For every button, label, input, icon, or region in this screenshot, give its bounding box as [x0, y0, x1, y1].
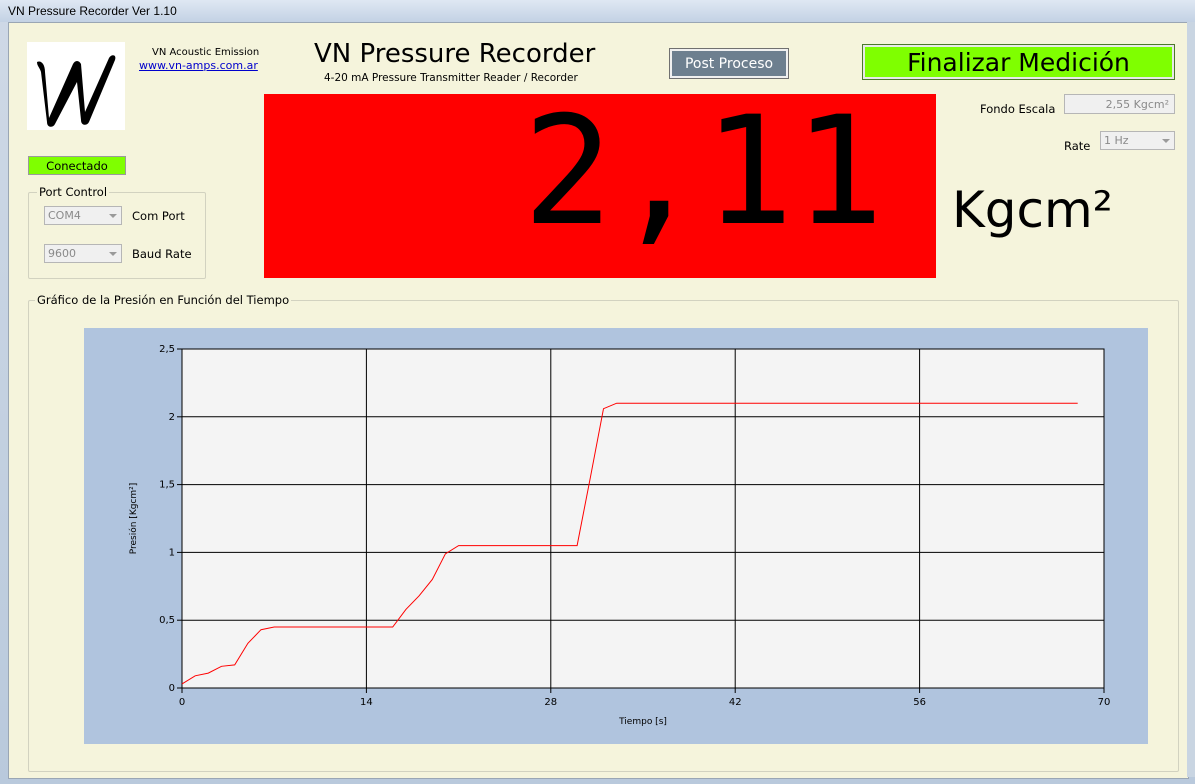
- y-tick-label: 2,5: [159, 344, 175, 355]
- baud-rate-value: 9600: [48, 247, 76, 260]
- com-port-value: COM4: [48, 209, 81, 222]
- port-control-legend: Port Control: [37, 185, 110, 199]
- chevron-down-icon: [1162, 139, 1170, 143]
- y-tick-label: 1,5: [159, 480, 175, 491]
- y-tick-label: 0: [169, 683, 175, 694]
- window-edge: [1187, 22, 1195, 777]
- pressure-chart-group: Gráfico de la Presión en Función del Tie…: [28, 293, 1179, 772]
- finish-measurement-label: Finalizar Medición: [865, 47, 1172, 77]
- y-tick-label: 0,5: [159, 615, 175, 626]
- baud-rate-select[interactable]: 9600: [44, 244, 122, 263]
- pressure-unit: Kgcm²: [952, 181, 1113, 239]
- post-process-button[interactable]: Post Proceso: [669, 48, 789, 79]
- vn-logo: [27, 42, 125, 130]
- com-port-select[interactable]: COM4: [44, 206, 122, 225]
- y-axis-label: Presión [Kgcm²]: [128, 483, 139, 555]
- app-title: VN Pressure Recorder: [314, 39, 596, 69]
- port-control-group: Port Control COM4 Com Port 9600 Baud Rat…: [28, 185, 206, 279]
- full-scale-label: Fondo Escala: [980, 102, 1056, 116]
- chart-svg: 0 14 28 42 56 70 0 0,5 1 1,5 2 2,5 Tiempo [s] Presión…: [128, 344, 1111, 727]
- pressure-chart: 0 14 28 42 56 70 0 0,5 1 1,5 2 2,5 Tiempo [s] Presión…: [84, 328, 1148, 744]
- x-tick-label: 0: [179, 697, 185, 708]
- finish-measurement-button[interactable]: Finalizar Medición: [862, 44, 1175, 80]
- x-tick-label: 42: [729, 697, 742, 708]
- rate-label: Rate: [1064, 139, 1091, 153]
- post-process-label: Post Proceso: [672, 51, 786, 76]
- pressure-value: 2,11: [522, 85, 884, 259]
- y-tick-label: 2: [169, 412, 175, 423]
- x-tick-label: 70: [1098, 697, 1111, 708]
- x-axis-label: Tiempo [s]: [618, 717, 667, 727]
- x-tick-label: 56: [913, 697, 926, 708]
- window-title: VN Pressure Recorder Ver 1.10: [8, 4, 177, 18]
- connection-status-badge: Conectado: [28, 156, 126, 175]
- chart-group-legend: Gráfico de la Presión en Función del Tie…: [35, 293, 292, 307]
- company-name: VN Acoustic Emission: [152, 47, 260, 58]
- com-port-label: Com Port: [132, 209, 185, 223]
- chevron-down-icon: [109, 214, 117, 218]
- chevron-down-icon: [109, 252, 117, 256]
- app-subtitle: 4-20 mA Pressure Transmitter Reader / Re…: [324, 72, 578, 84]
- x-tick-label: 14: [360, 697, 373, 708]
- y-tick-label: 1: [169, 547, 175, 558]
- full-scale-field[interactable]: 2,55 Kgcm²: [1064, 94, 1175, 114]
- title-bar[interactable]: VN Pressure Recorder Ver 1.10: [0, 0, 1195, 22]
- main-panel: VN Acoustic Emission www.vn-amps.com.ar …: [8, 22, 1189, 779]
- plot-area: [181, 348, 1105, 689]
- baud-rate-label: Baud Rate: [132, 247, 192, 261]
- rate-select[interactable]: 1 Hz: [1100, 131, 1175, 150]
- app-window: VN Pressure Recorder Ver 1.10 VN Acousti…: [0, 0, 1195, 784]
- x-tick-label: 28: [544, 697, 557, 708]
- website-link[interactable]: www.vn-amps.com.ar: [139, 59, 258, 72]
- pressure-display: 2,11: [264, 94, 936, 278]
- rate-value: 1 Hz: [1104, 134, 1129, 147]
